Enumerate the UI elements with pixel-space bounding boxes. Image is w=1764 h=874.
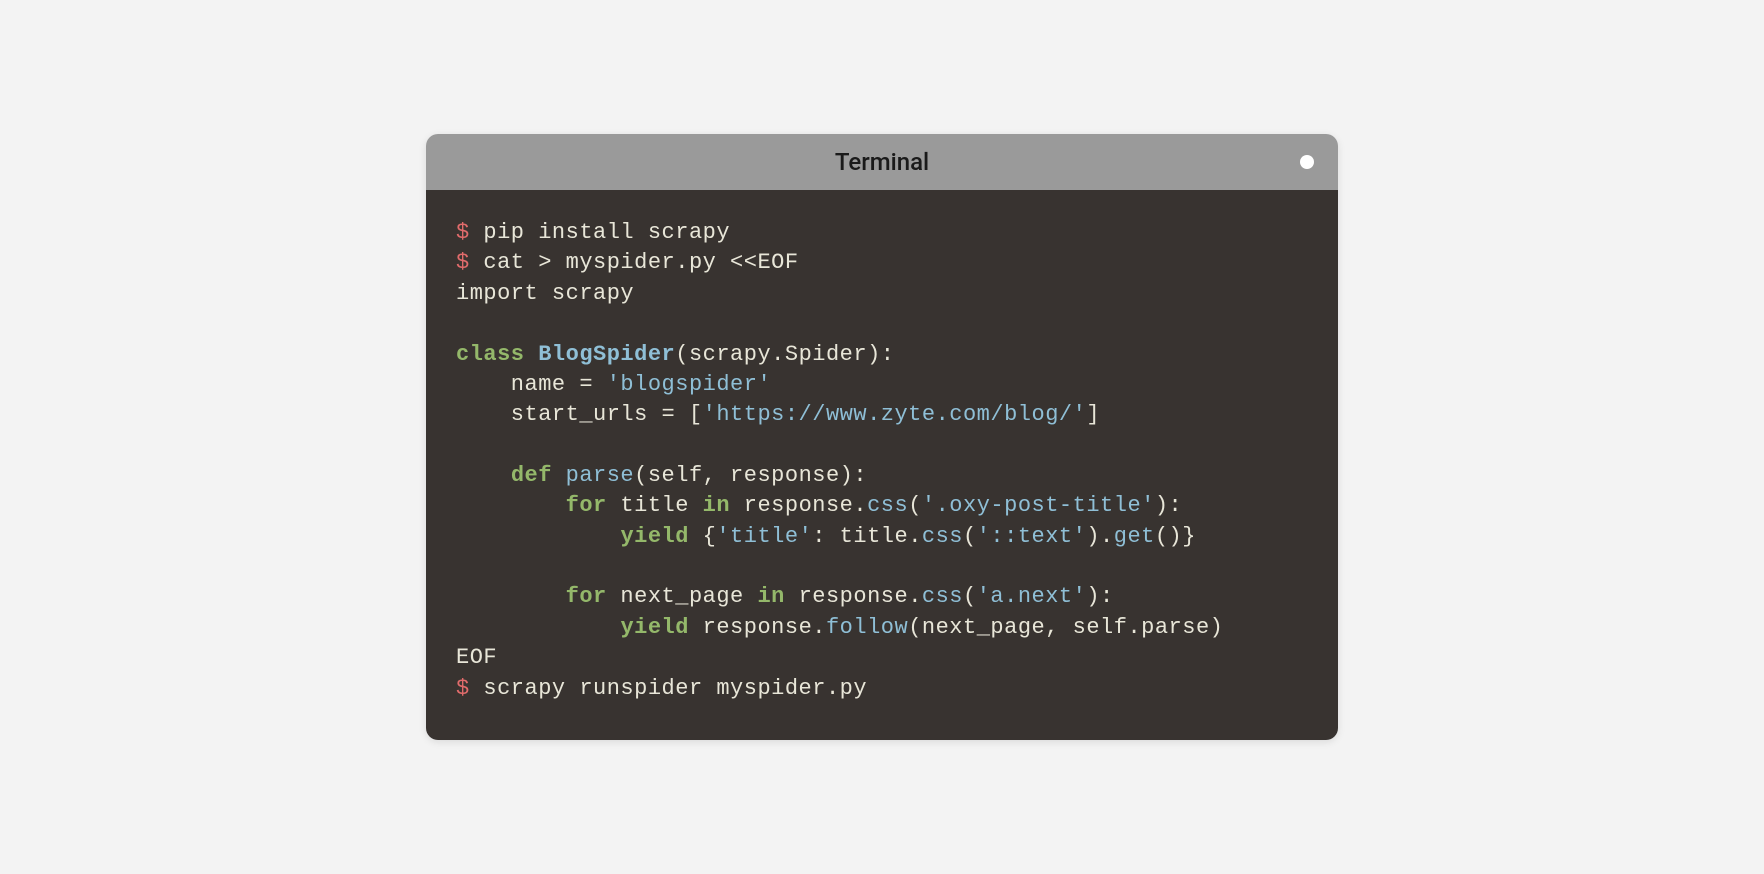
code-text: ( xyxy=(963,524,977,549)
code-text: ): xyxy=(1155,493,1182,518)
title-bar: Terminal xyxy=(426,134,1338,190)
function-name: parse xyxy=(566,463,635,488)
command-scrapy-run: scrapy runspider myspider.py xyxy=(483,676,867,701)
prompt-symbol: $ xyxy=(456,220,470,245)
method-get: get xyxy=(1114,524,1155,549)
prompt-symbol: $ xyxy=(456,250,470,275)
command-cat-heredoc: cat > myspider.py <<EOF xyxy=(483,250,798,275)
code-text: ] xyxy=(1086,402,1100,427)
code-text: ( xyxy=(963,584,977,609)
code-text: ()} xyxy=(1155,524,1196,549)
string-literal: 'https://www.zyte.com/blog/' xyxy=(703,402,1087,427)
code-text: response. xyxy=(689,615,826,640)
string-literal: '::text' xyxy=(977,524,1087,549)
class-name: BlogSpider xyxy=(538,342,675,367)
keyword-yield: yield xyxy=(620,615,689,640)
window-control-dot[interactable] xyxy=(1300,155,1314,169)
code-text: (next_page, self.parse) xyxy=(908,615,1223,640)
keyword-in: in xyxy=(703,493,730,518)
string-literal: 'title' xyxy=(716,524,812,549)
code-text: ( xyxy=(908,493,922,518)
method-css: css xyxy=(867,493,908,518)
code-text: response. xyxy=(730,493,867,518)
terminal-body[interactable]: $ pip install scrapy $ cat > myspider.py… xyxy=(426,190,1338,740)
code-text: (self, response): xyxy=(634,463,867,488)
code-text: ). xyxy=(1086,524,1113,549)
keyword-class: class xyxy=(456,342,525,367)
window-title: Terminal xyxy=(835,148,929,176)
code-text: (scrapy.Spider): xyxy=(675,342,894,367)
code-text: next_page xyxy=(607,584,758,609)
keyword-for: for xyxy=(566,584,607,609)
code-text: { xyxy=(689,524,716,549)
code-text: name = xyxy=(456,372,607,397)
command-pip-install: pip install scrapy xyxy=(483,220,730,245)
string-literal: '.oxy-post-title' xyxy=(922,493,1155,518)
code-text: response. xyxy=(785,584,922,609)
heredoc-eof: EOF xyxy=(456,645,497,670)
code-text: title xyxy=(607,493,703,518)
keyword-in: in xyxy=(757,584,784,609)
method-css: css xyxy=(922,584,963,609)
prompt-symbol: $ xyxy=(456,676,470,701)
keyword-def: def xyxy=(511,463,552,488)
terminal-window: Terminal $ pip install scrapy $ cat > my… xyxy=(426,134,1338,740)
code-import: import scrapy xyxy=(456,281,634,306)
terminal-code[interactable]: $ pip install scrapy $ cat > myspider.py… xyxy=(456,218,1308,704)
string-literal: 'blogspider' xyxy=(607,372,771,397)
keyword-yield: yield xyxy=(620,524,689,549)
code-text: : title. xyxy=(812,524,922,549)
string-literal: 'a.next' xyxy=(977,584,1087,609)
code-text: ): xyxy=(1086,584,1113,609)
method-css: css xyxy=(922,524,963,549)
method-follow: follow xyxy=(826,615,908,640)
keyword-for: for xyxy=(566,493,607,518)
code-text: start_urls = [ xyxy=(456,402,703,427)
